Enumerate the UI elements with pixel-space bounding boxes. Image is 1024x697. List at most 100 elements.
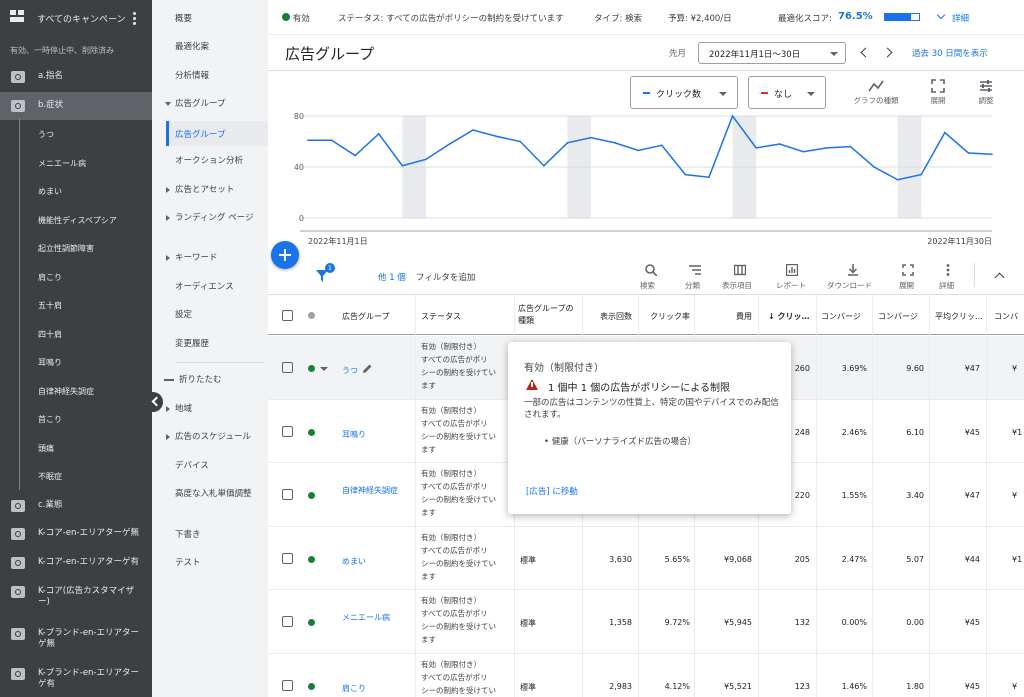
col-impressions[interactable]: 表示回数 bbox=[586, 311, 632, 322]
add-filter-button[interactable]: フィルタを追加 bbox=[416, 271, 475, 283]
details-link[interactable]: 詳細 bbox=[952, 12, 969, 24]
chart-expand-button[interactable]: 展開 bbox=[923, 79, 953, 106]
row-status-text[interactable]: 有効（制限付き）すべての広告がポリシーの制約を受けています bbox=[421, 467, 511, 519]
nav-insights[interactable]: 分析情報 bbox=[175, 71, 209, 82]
chart-adjust-button[interactable]: 調整 bbox=[971, 79, 1001, 106]
adgroup-item[interactable]: 自律神経失調症 bbox=[38, 386, 94, 397]
adgroup-item[interactable]: 機能性ディスペプシア bbox=[38, 215, 117, 226]
collapse-chart-icon[interactable] bbox=[994, 272, 1005, 283]
adgroup-name-link[interactable]: めまい bbox=[342, 555, 398, 568]
nav-ads-assets[interactable]: 広告とアセット bbox=[165, 185, 234, 196]
show-30-days-link[interactable]: 過去 30 日間を表示 bbox=[912, 47, 988, 59]
nav-landing-pages[interactable]: ランディング ページ bbox=[166, 213, 261, 224]
more-vert-icon[interactable] bbox=[942, 264, 954, 276]
campaigns-grid-icon[interactable] bbox=[10, 10, 24, 23]
nav-collapse[interactable]: 折りたたむ bbox=[179, 375, 222, 386]
sidebar-menu-icon[interactable] bbox=[128, 10, 140, 26]
table-row[interactable]: めまい 有効（制限付き） すべての広告がポリ シーの制約を受けてい ます 標準 3,630 5… bbox=[268, 527, 1024, 590]
adgroup-item[interactable]: 不眠症 bbox=[38, 471, 62, 482]
campaign-item[interactable]: K-コア-en-エリアターゲ有 bbox=[0, 549, 152, 577]
row-status-dot[interactable] bbox=[308, 619, 315, 626]
col-clicks-sorted[interactable]: ↓ クリッ… bbox=[768, 311, 810, 322]
expand-label[interactable]: 展開 bbox=[899, 280, 914, 291]
metric2-select[interactable]: なし bbox=[748, 76, 826, 109]
campaign-item[interactable]: K-ブランド-en-エリアターゲ有 bbox=[0, 660, 152, 696]
nav-settings[interactable]: 設定 bbox=[175, 310, 192, 321]
adgroup-item[interactable]: メニエール病 bbox=[38, 158, 86, 169]
nav-drafts[interactable]: 下書き bbox=[175, 530, 201, 541]
row-status-dot[interactable] bbox=[308, 428, 315, 436]
col-status[interactable]: ステータス bbox=[421, 311, 461, 322]
status-dropdown-icon[interactable] bbox=[320, 367, 328, 371]
row-checkbox[interactable] bbox=[282, 362, 293, 373]
nav-change-history[interactable]: 変更履歴 bbox=[175, 339, 209, 350]
columns-icon[interactable] bbox=[734, 264, 746, 276]
nav-overview[interactable]: 概要 bbox=[175, 14, 192, 25]
columns-label[interactable]: 表示項目 bbox=[722, 280, 752, 291]
col-ctr[interactable]: クリック率 bbox=[642, 311, 690, 322]
report-icon[interactable] bbox=[786, 264, 798, 276]
adgroup-name-link[interactable]: 耳鳴り bbox=[342, 428, 398, 441]
adgroup-item[interactable]: 頭痛 bbox=[38, 443, 54, 454]
row-status-text[interactable]: 有効（制限付き）すべての広告がポリシーの制約を受けています bbox=[421, 658, 511, 697]
row-status-text[interactable]: 有効（制限付き）すべての広告がポリシーの制約を受けています bbox=[421, 340, 511, 392]
nav-locations[interactable]: 地域 bbox=[165, 404, 192, 415]
details-label[interactable]: 詳細 bbox=[939, 280, 954, 291]
campaign-item[interactable]: K-コア-en-エリアターゲ無 bbox=[0, 520, 152, 548]
nav-audiences[interactable]: オーディエンス bbox=[175, 282, 234, 293]
select-all-checkbox[interactable] bbox=[282, 310, 293, 321]
adgroup-item[interactable]: 肩こり bbox=[38, 272, 62, 283]
next-period-icon[interactable] bbox=[882, 47, 893, 58]
col-conv-rate[interactable]: コンバージ bbox=[821, 311, 861, 322]
table-row[interactable]: 肩こり 有効（制限付き）すべての広告がポリシーの制約を受けています標準 2,983 4… bbox=[268, 654, 1024, 697]
search-label[interactable]: 検索 bbox=[640, 280, 655, 291]
table-row[interactable]: メニエール病 有効（制限付き） すべての広告がポリ シーの制約を受けてい ます 標準 1,3… bbox=[268, 590, 1024, 654]
nav-devices[interactable]: デバイス bbox=[175, 461, 209, 472]
prev-period-icon[interactable] bbox=[860, 47, 871, 58]
sidebar-filter-text[interactable]: 有効、一時停止中、削除済み bbox=[10, 45, 114, 56]
adgroup-item[interactable]: 四十肩 bbox=[38, 329, 62, 340]
budget-text[interactable]: 予算: ¥2,400/日 bbox=[668, 12, 732, 24]
nav-auction-insights[interactable]: オークション分析 bbox=[175, 156, 243, 167]
report-label[interactable]: レポート bbox=[776, 280, 806, 291]
nav-recommendations[interactable]: 最適化案 bbox=[175, 42, 209, 53]
campaign-item-selected[interactable]: b.症状 bbox=[0, 92, 152, 120]
nav-keywords[interactable]: キーワード bbox=[166, 253, 218, 264]
row-status-text[interactable]: 有効（制限付き）すべての広告がポリシーの制約を受けています bbox=[421, 531, 511, 583]
col-adgroup[interactable]: 広告グループ bbox=[342, 311, 390, 322]
row-checkbox[interactable] bbox=[282, 552, 293, 564]
score-value[interactable]: 76.5% bbox=[838, 11, 873, 22]
col-cost[interactable]: 費用 bbox=[698, 311, 752, 322]
adgroup-name-link[interactable]: メニエール病 bbox=[342, 611, 398, 624]
col-conversions[interactable]: コンバージ bbox=[878, 311, 918, 322]
segment-label[interactable]: 分類 bbox=[685, 280, 700, 291]
download-icon[interactable] bbox=[847, 264, 859, 276]
nav-adgroups-section[interactable]: 広告グループ bbox=[165, 99, 226, 110]
search-icon[interactable] bbox=[645, 264, 657, 276]
other-filters-link[interactable]: 他 1 個 bbox=[378, 271, 406, 283]
adgroup-item[interactable]: うつ bbox=[38, 129, 54, 140]
edit-pencil-icon[interactable] bbox=[362, 363, 373, 374]
row-status-dot[interactable] bbox=[308, 555, 315, 563]
row-status-text[interactable]: 有効（制限付き）すべての広告がポリシーの制約を受けています bbox=[421, 594, 511, 646]
row-status-text[interactable]: 有効（制限付き）すべての広告がポリシーの制約を受けています bbox=[421, 404, 511, 456]
nav-adgroups-active[interactable]: 広告グループ bbox=[166, 121, 268, 146]
adgroup-item[interactable]: めまい bbox=[38, 186, 62, 197]
download-label[interactable]: ダウンロード bbox=[827, 280, 872, 291]
campaign-item[interactable]: K-コア(広告カスタマイザー) bbox=[0, 578, 152, 614]
metric1-select[interactable]: クリック数 bbox=[630, 76, 738, 109]
row-status-dot[interactable] bbox=[308, 492, 315, 499]
row-checkbox[interactable] bbox=[282, 616, 293, 627]
segment-icon[interactable] bbox=[689, 264, 701, 276]
chevron-down-icon[interactable] bbox=[936, 10, 946, 20]
col-cost-per-conv[interactable]: コンバ bbox=[994, 311, 1018, 322]
adgroup-name-link[interactable]: 肩こり bbox=[342, 682, 398, 695]
go-to-ads-link[interactable]: [広告] に移動 bbox=[526, 485, 578, 497]
row-checkbox[interactable] bbox=[282, 489, 293, 500]
row-checkbox[interactable] bbox=[282, 679, 293, 691]
campaign-item[interactable]: c.業態 bbox=[0, 492, 152, 520]
adgroup-item[interactable]: 五十肩 bbox=[38, 300, 62, 311]
campaign-item[interactable]: K-ブランド-en-エリアターゲ無 bbox=[0, 620, 152, 656]
row-status-dot[interactable] bbox=[308, 365, 315, 372]
adgroup-item[interactable]: 起立性調節障害 bbox=[38, 243, 94, 254]
